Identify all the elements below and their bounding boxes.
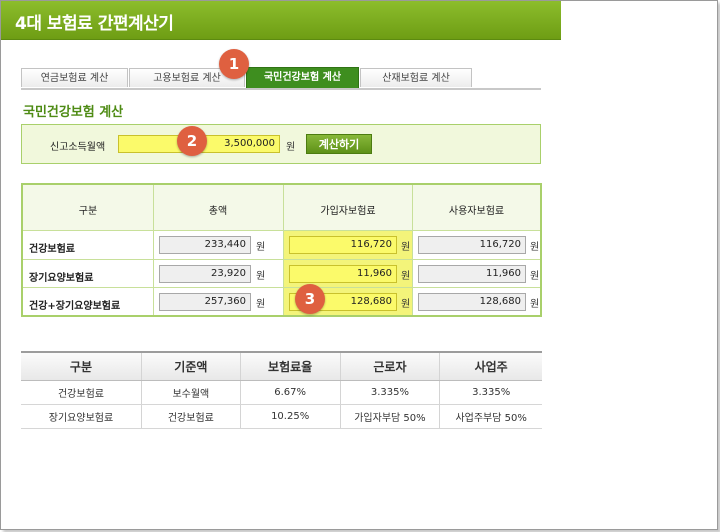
rate-cell: 건강보험료 bbox=[140, 404, 241, 429]
unit-label: 원 bbox=[401, 299, 411, 310]
rate-header-worker: 근로자 bbox=[339, 351, 440, 381]
rate-header-rate: 보험료율 bbox=[239, 351, 341, 381]
ltc-employer-field: 11,960 bbox=[418, 265, 526, 283]
rate-cell: 보수월액 bbox=[140, 380, 241, 405]
ltc-total-field: 23,920 bbox=[159, 265, 251, 283]
rate-cell: 가입자부담 50% bbox=[339, 404, 440, 429]
rate-header-category: 구분 bbox=[21, 351, 142, 381]
result-row-label-health: 건강보험료 bbox=[29, 244, 75, 255]
step-marker-1: 1 bbox=[219, 49, 249, 79]
result-table: 구분 총액 가입자보험료 사용자보험료 건강보험료 233,440 원 116,… bbox=[21, 183, 542, 317]
result-row-label-ltc: 장기요양보험료 bbox=[29, 273, 94, 284]
tab-industrial[interactable]: 산재보험료 계산 bbox=[360, 68, 472, 87]
result-header-employee: 가입자보험료 bbox=[320, 206, 376, 217]
unit-label: 원 bbox=[256, 242, 266, 253]
rate-header-base: 기준액 bbox=[140, 351, 241, 381]
combined-employer-field: 128,680 bbox=[418, 293, 526, 311]
rate-cell: 10.25% bbox=[239, 404, 341, 429]
rate-cell: 3.335% bbox=[439, 380, 542, 405]
unit-label: 원 bbox=[401, 271, 411, 282]
section-title: 국민건강보험 계산 bbox=[23, 105, 124, 120]
unit-label: 원 bbox=[401, 242, 411, 253]
table-row: 장기요양보험료 건강보험료 10.25% 가입자부담 50% 사업주부담 50% bbox=[21, 404, 542, 429]
table-row: 건강보험료 보수월액 6.67% 3.335% 3.335% bbox=[21, 380, 542, 405]
rate-cell: 6.67% bbox=[239, 380, 341, 405]
result-header-total: 총액 bbox=[208, 206, 228, 217]
health-employer-field: 116,720 bbox=[418, 236, 526, 254]
calculate-button[interactable]: 계산하기 bbox=[306, 134, 372, 154]
ltc-employee-field: 11,960 bbox=[289, 265, 397, 283]
health-total-field: 233,440 bbox=[159, 236, 251, 254]
rate-cell: 건강보험료 bbox=[21, 380, 142, 405]
income-unit: 원 bbox=[286, 142, 296, 153]
result-header-employer: 사용자보험료 bbox=[448, 206, 505, 217]
unit-label: 원 bbox=[256, 299, 266, 310]
tab-health[interactable]: 국민건강보험 계산 bbox=[246, 67, 359, 88]
health-employee-field: 116,720 bbox=[289, 236, 397, 254]
rate-header-employer: 사업주 bbox=[439, 351, 542, 381]
rate-cell: 3.335% bbox=[339, 380, 440, 405]
rate-cell: 사업주부담 50% bbox=[439, 404, 542, 429]
unit-label: 원 bbox=[256, 271, 266, 282]
rate-header-row: 구분 기준액 보험료율 근로자 사업주 bbox=[21, 351, 542, 381]
income-input-panel: 신고소득월액 3,500,000 원 계산하기 bbox=[21, 124, 541, 164]
unit-label: 원 bbox=[530, 242, 540, 253]
rate-cell: 장기요양보험료 bbox=[21, 404, 142, 429]
unit-label: 원 bbox=[530, 299, 540, 310]
unit-label: 원 bbox=[530, 271, 540, 282]
step-marker-3: 3 bbox=[295, 284, 325, 314]
result-header-category: 구분 bbox=[78, 206, 98, 217]
tab-bar: 연금보험료 계산 고용보험료 계산 국민건강보험 계산 산재보험료 계산 bbox=[21, 67, 541, 90]
result-row-label-combined: 건강+장기요양보험료 bbox=[29, 301, 121, 312]
combined-total-field: 257,360 bbox=[159, 293, 251, 311]
tab-pension[interactable]: 연금보험료 계산 bbox=[21, 68, 128, 87]
rate-table: 구분 기준액 보험료율 근로자 사업주 건강보험료 보수월액 6.67% 3.3… bbox=[21, 351, 542, 429]
app-title: 4대 보험료 간편계산기 bbox=[15, 14, 174, 34]
step-marker-2: 2 bbox=[177, 126, 207, 156]
app-window: 4대 보험료 간편계산기 연금보험료 계산 고용보험료 계산 국민건강보험 계산… bbox=[0, 0, 718, 530]
income-label: 신고소득월액 bbox=[50, 142, 106, 153]
title-bar: 4대 보험료 간편계산기 bbox=[1, 1, 561, 40]
